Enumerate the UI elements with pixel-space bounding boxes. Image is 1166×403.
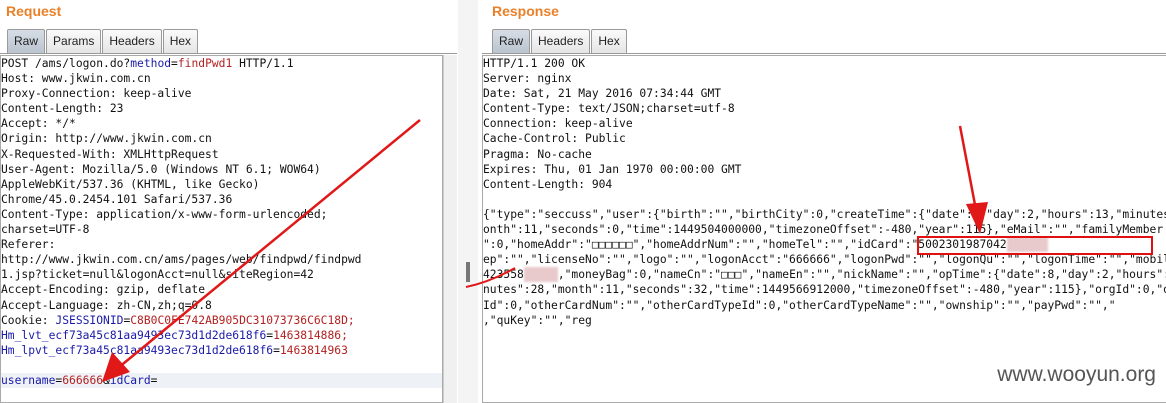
connector-stroke xyxy=(465,267,516,288)
request-arrow-line xyxy=(117,119,421,369)
annotation-arrows xyxy=(102,119,988,382)
response-arrow-head xyxy=(966,202,988,234)
response-arrow-line xyxy=(958,125,978,211)
request-arrow-head xyxy=(102,352,130,382)
watermark: www.wooyun.org xyxy=(997,363,1156,386)
